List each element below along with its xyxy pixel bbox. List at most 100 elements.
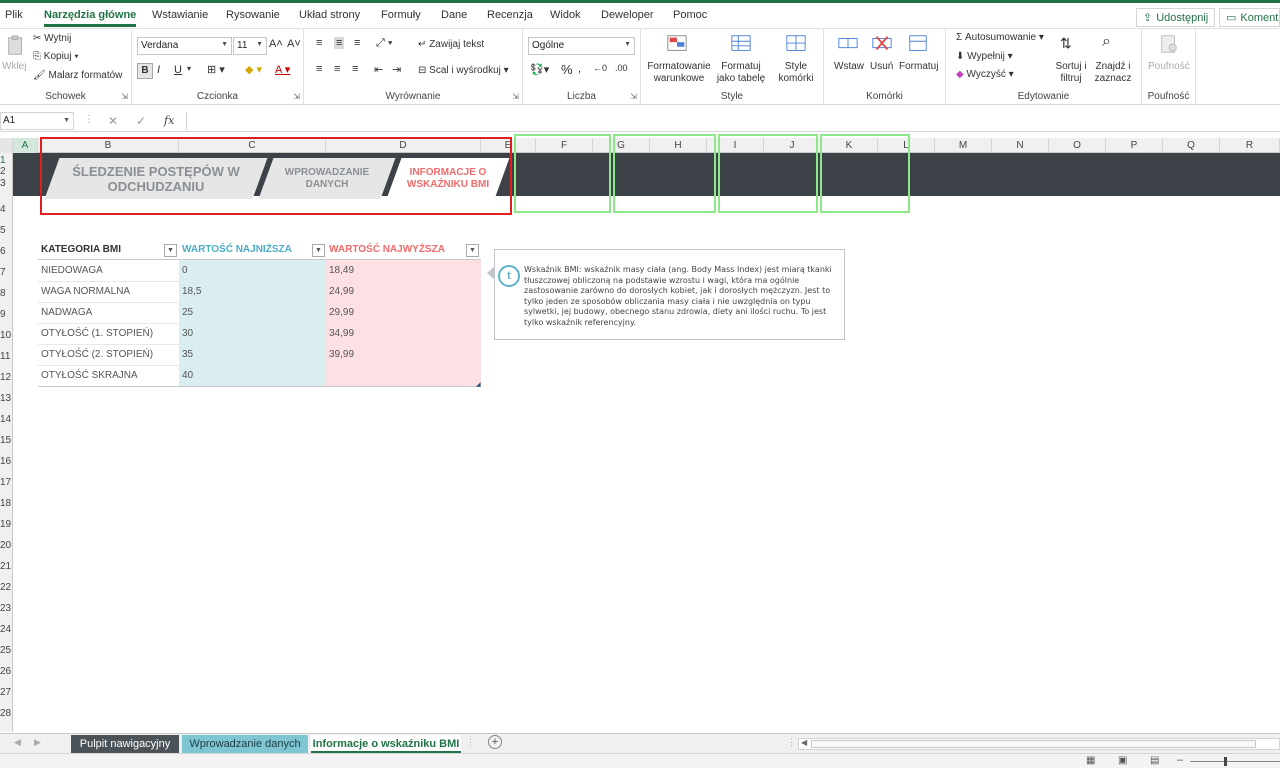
tab-file[interactable]: Plik bbox=[5, 9, 23, 21]
row-header[interactable]: 12 bbox=[0, 372, 13, 383]
dialog-launcher-icon[interactable]: ⇲ bbox=[630, 92, 637, 101]
fill-button[interactable]: ⬇ Wypełnij ▾ bbox=[956, 51, 1013, 62]
align-middle-icon[interactable]: ≡ bbox=[334, 37, 345, 49]
row-header[interactable]: 6 bbox=[0, 246, 13, 257]
row-header[interactable]: 18 bbox=[0, 498, 13, 509]
table-cell[interactable]: 25 bbox=[179, 302, 326, 323]
table-cell[interactable]: NADWAGA bbox=[38, 302, 179, 323]
table-cell[interactable]: NIEDOWAGA bbox=[38, 260, 179, 281]
name-box[interactable]: A1 ▼ bbox=[0, 112, 74, 130]
page-break-view-icon[interactable]: ▤ bbox=[1150, 755, 1159, 766]
align-right-icon[interactable]: ≡ bbox=[352, 63, 358, 75]
tab-help[interactable]: Pomoc bbox=[673, 9, 707, 21]
share-button[interactable]: ⇪ Udostępnij bbox=[1136, 8, 1216, 27]
row-header[interactable]: 7 bbox=[0, 267, 13, 278]
sort-filter-button[interactable]: Sortuj i filtruj bbox=[1054, 61, 1088, 85]
shrink-font-icon[interactable]: A˅ bbox=[287, 38, 301, 50]
row-header[interactable]: 4 bbox=[0, 204, 13, 215]
fill-color-icon[interactable]: ◆ ▾ bbox=[245, 63, 262, 76]
row-header[interactable]: 27 bbox=[0, 687, 13, 698]
sheet-tab-dashboard[interactable]: Pulpit nawigacyjny bbox=[71, 735, 179, 753]
table-cell[interactable]: 29,99 bbox=[326, 302, 481, 323]
dialog-launcher-icon[interactable]: ⇲ bbox=[512, 92, 519, 101]
row-header[interactable]: 22 bbox=[0, 582, 13, 593]
tab-developer[interactable]: Deweloper bbox=[601, 9, 654, 21]
find-select-button[interactable]: Znajdź i zaznacz bbox=[1092, 61, 1134, 85]
currency-icon[interactable]: 💱▾ bbox=[530, 63, 549, 76]
formula-input[interactable] bbox=[186, 112, 1280, 130]
select-all-corner[interactable] bbox=[0, 138, 13, 153]
row-header[interactable]: 26 bbox=[0, 666, 13, 677]
zoom-slider-thumb[interactable] bbox=[1224, 757, 1227, 766]
bold-button[interactable]: B bbox=[137, 63, 153, 79]
row-header[interactable]: 23 bbox=[0, 603, 13, 614]
align-center-icon[interactable]: ≡ bbox=[334, 63, 340, 75]
font-name-select[interactable]: Verdana ▼ bbox=[137, 37, 232, 55]
more-sheets-icon[interactable]: ⋮ bbox=[466, 737, 475, 748]
cell-styles-button[interactable]: Style komórki bbox=[773, 61, 819, 85]
page-layout-view-icon[interactable]: ▣ bbox=[1118, 755, 1127, 766]
cancel-icon[interactable]: ✕ bbox=[108, 114, 118, 128]
align-left-icon[interactable]: ≡ bbox=[316, 63, 322, 75]
horizontal-scrollbar[interactable]: ◀ bbox=[798, 738, 1280, 750]
column-header[interactable]: Q bbox=[1163, 138, 1220, 153]
percent-icon[interactable]: % bbox=[561, 62, 573, 77]
align-top-icon[interactable]: ≡ bbox=[316, 37, 322, 49]
row-header[interactable]: 19 bbox=[0, 519, 13, 530]
enter-icon[interactable]: ✓ bbox=[136, 114, 146, 128]
comma-style-icon[interactable]: , bbox=[578, 63, 581, 75]
number-format-select[interactable]: Ogólne ▼ bbox=[528, 37, 635, 55]
column-header[interactable]: N bbox=[992, 138, 1049, 153]
filter-dropdown-icon[interactable]: ▼ bbox=[466, 244, 479, 257]
insert-button[interactable]: Wstaw bbox=[834, 61, 864, 72]
paste-button[interactable]: Wklej bbox=[2, 61, 26, 72]
table-cell[interactable]: 18,49 bbox=[326, 260, 481, 281]
row-header[interactable]: 17 bbox=[0, 477, 13, 488]
normal-view-icon[interactable]: ▦ bbox=[1086, 755, 1095, 766]
row-header[interactable]: 15 bbox=[0, 435, 13, 446]
table-resize-handle-icon[interactable]: ◢ bbox=[476, 381, 481, 388]
chevron-down-icon[interactable]: ▾ bbox=[187, 64, 191, 73]
tab-insert[interactable]: Wstawianie bbox=[152, 9, 208, 21]
increase-decimal-icon[interactable]: ←0 bbox=[593, 63, 607, 73]
filter-dropdown-icon[interactable]: ▼ bbox=[312, 244, 325, 257]
add-sheet-icon[interactable]: + bbox=[488, 735, 502, 749]
tab-view[interactable]: Widok bbox=[550, 9, 581, 21]
decrease-decimal-icon[interactable]: .00 bbox=[615, 63, 628, 73]
column-header[interactable]: M bbox=[935, 138, 992, 153]
insert-function-icon[interactable]: fx bbox=[164, 114, 174, 127]
row-header[interactable]: 10 bbox=[0, 330, 13, 341]
row-header[interactable]: 9 bbox=[0, 309, 13, 320]
borders-icon[interactable]: ⊞ ▾ bbox=[207, 63, 225, 76]
tab-formulas[interactable]: Formuły bbox=[381, 9, 421, 21]
row-header[interactable]: 8 bbox=[0, 288, 13, 299]
table-cell[interactable]: 39,99 bbox=[326, 344, 481, 365]
scrollbar-thumb[interactable] bbox=[811, 740, 1256, 748]
zoom-slider[interactable] bbox=[1190, 761, 1280, 762]
tab-home[interactable]: Narzędzia główne bbox=[44, 9, 137, 27]
align-bottom-icon[interactable]: ≡ bbox=[354, 37, 360, 49]
dialog-launcher-icon[interactable]: ⇲ bbox=[293, 92, 300, 101]
row-header[interactable]: 14 bbox=[0, 414, 13, 425]
italic-button[interactable]: I bbox=[157, 64, 160, 76]
wrap-text-button[interactable]: ↵ Zawijaj tekst bbox=[418, 39, 484, 50]
row-header[interactable]: 1 bbox=[0, 155, 13, 166]
font-color-icon[interactable]: A ▾ bbox=[275, 63, 290, 76]
table-cell[interactable]: 0 bbox=[179, 260, 326, 281]
comments-button[interactable]: ▭Komentarze bbox=[1219, 8, 1280, 27]
sensitivity-button[interactable]: Poufność bbox=[1148, 61, 1190, 72]
table-cell[interactable]: 35 bbox=[179, 344, 326, 365]
column-header[interactable]: A bbox=[13, 138, 38, 153]
table-cell[interactable]: OTYŁOŚĆ (1. STOPIEŃ) bbox=[38, 323, 179, 344]
row-header[interactable]: 2 bbox=[0, 166, 13, 177]
table-cell[interactable] bbox=[326, 365, 481, 386]
orientation-icon[interactable]: ⤢ ▾ bbox=[376, 37, 392, 50]
sheet-tab-data-entry[interactable]: Wprowadzanie danych bbox=[182, 735, 308, 753]
table-cell[interactable]: 24,99 bbox=[326, 281, 481, 302]
dialog-launcher-icon[interactable]: ⇲ bbox=[121, 92, 128, 101]
increase-indent-icon[interactable]: ⇥ bbox=[392, 63, 401, 76]
row-header[interactable]: 3 bbox=[0, 178, 13, 189]
row-header[interactable]: 28 bbox=[0, 708, 13, 719]
sheet-tab-bmi-info[interactable]: Informacje o wskaźniku BMI bbox=[311, 735, 461, 753]
row-header[interactable]: 20 bbox=[0, 540, 13, 551]
